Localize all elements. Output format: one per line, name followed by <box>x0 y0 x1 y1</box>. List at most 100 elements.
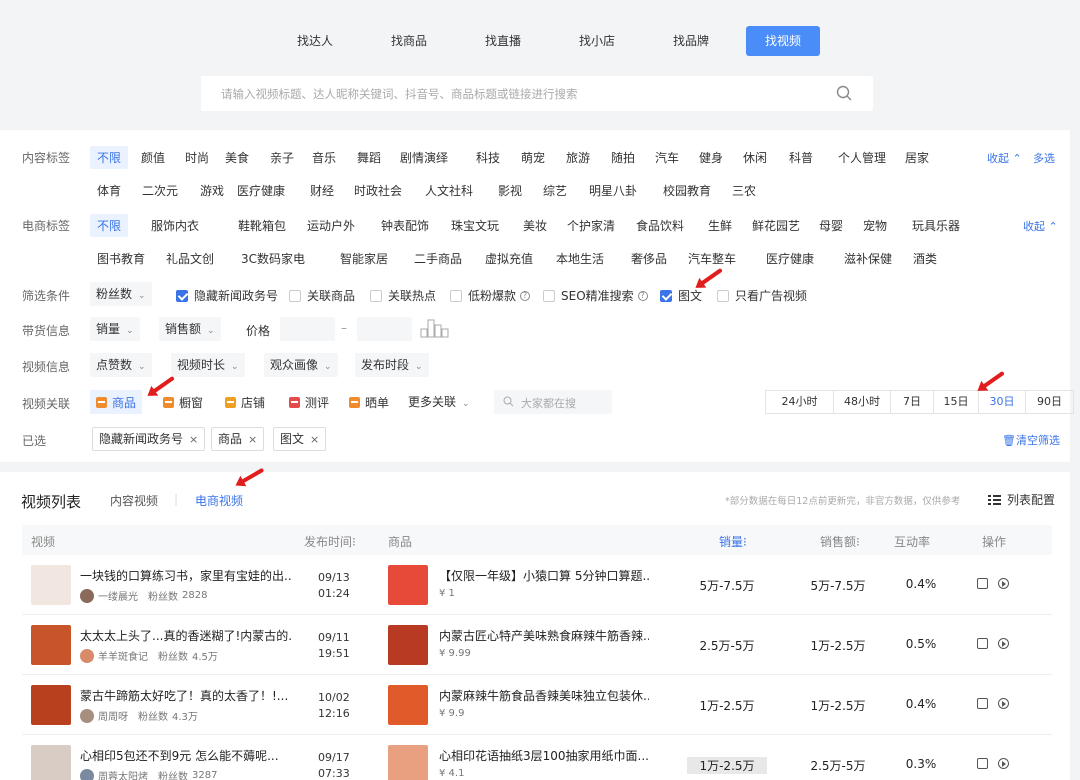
filter-checkbox-3[interactable]: 低粉爆款? <box>450 287 531 304</box>
product-title[interactable]: 内蒙古匠心特产美味熟食麻辣牛筋香辣... <box>439 627 649 644</box>
time-range-3[interactable]: 15日 <box>934 391 979 413</box>
ecom-tag-0[interactable]: 不限 <box>90 214 129 237</box>
video-title[interactable]: 蒙古牛蹄筋太好吃了！真的太香了！!... <box>80 687 292 704</box>
column-config-button[interactable]: 列表配置 <box>988 491 1055 508</box>
tab-find-shop[interactable]: 找小店 <box>550 26 644 56</box>
content-tag-row2-8[interactable]: 综艺 <box>543 182 567 199</box>
product-title[interactable]: 心相印花语抽纸3层100抽家用纸巾面... <box>439 747 649 764</box>
relation-option-4[interactable]: 晒单 <box>349 390 389 414</box>
play-icon[interactable] <box>998 578 1009 589</box>
ecom-tag-6[interactable]: 美妆 <box>523 217 547 234</box>
content-tag-row2-7[interactable]: 影视 <box>498 182 522 199</box>
detail-icon[interactable] <box>977 698 988 709</box>
ecom-tag-row2-10[interactable]: 滋补保健 <box>844 250 892 267</box>
ecom-tags-collapse-link[interactable]: 收起 ⌃ <box>1023 218 1058 234</box>
ecom-tag-row2-2[interactable]: 3C数码家电 <box>241 250 305 267</box>
publish-time-dropdown[interactable]: 发布时段 ⌄ <box>355 353 429 377</box>
ecom-tag-8[interactable]: 食品饮料 <box>636 217 684 234</box>
search-bar[interactable]: 请输入视频标题、达人昵称关键词、抖音号、商品标题或链接进行搜索 <box>201 76 873 111</box>
play-icon[interactable] <box>998 758 1009 769</box>
video-author[interactable]: 周蓉太阳烤 粉丝数 3287 <box>80 768 217 780</box>
ecom-tag-4[interactable]: 钟表配饰 <box>381 217 429 234</box>
content-tag-10[interactable]: 旅游 <box>566 149 590 166</box>
detail-icon[interactable] <box>977 578 988 589</box>
close-icon[interactable]: × <box>189 433 198 446</box>
filter-checkbox-1[interactable]: 关联商品 <box>289 287 355 304</box>
search-input[interactable]: 请输入视频标题、达人昵称关键词、抖音号、商品标题或链接进行搜索 <box>221 86 578 102</box>
price-max-input[interactable] <box>357 317 412 341</box>
video-title[interactable]: 心相印5包还不到9元 怎么能不薅呢... <box>80 747 292 764</box>
close-icon[interactable]: × <box>310 433 319 446</box>
video-author[interactable]: 一缕晨光 粉丝数 2828 <box>80 588 207 603</box>
video-author[interactable]: 周周呀 粉丝数 4.3万 <box>80 708 198 723</box>
price-min-input[interactable] <box>280 317 335 341</box>
ecom-tag-10[interactable]: 鲜花园艺 <box>752 217 800 234</box>
video-thumbnail[interactable] <box>31 685 71 725</box>
content-tag-row2-5[interactable]: 时政社会 <box>354 182 402 199</box>
content-tag-3[interactable]: 美食 <box>225 149 249 166</box>
content-tag-14[interactable]: 休闲 <box>743 149 767 166</box>
product-thumbnail[interactable] <box>388 685 428 725</box>
video-title[interactable]: 一块钱的口算练习书，家里有宝娃的出... <box>80 567 292 584</box>
content-tag-row2-9[interactable]: 明星八卦 <box>589 182 637 199</box>
relation-option-1[interactable]: 橱窗 <box>163 390 203 414</box>
relation-option-2[interactable]: 店铺 <box>225 390 265 414</box>
content-tag-row2-3[interactable]: 医疗健康 <box>237 182 285 199</box>
filter-checkbox-4[interactable]: SEO精准搜索? <box>543 287 648 304</box>
filter-checkbox-6[interactable]: 只看广告视频 <box>717 287 807 304</box>
content-tag-13[interactable]: 健身 <box>699 149 723 166</box>
content-tag-0[interactable]: 不限 <box>90 146 129 169</box>
content-tag-row2-2[interactable]: 游戏 <box>200 182 224 199</box>
time-range-0[interactable]: 24小时 <box>766 391 834 413</box>
ecom-tag-2[interactable]: 鞋靴箱包 <box>238 217 286 234</box>
search-icon[interactable] <box>836 85 853 102</box>
play-icon[interactable] <box>998 698 1009 709</box>
time-range-2[interactable]: 7日 <box>891 391 934 413</box>
content-tag-8[interactable]: 科技 <box>476 149 500 166</box>
video-title[interactable]: 太太太上头了...真的香迷糊了!内蒙古的... <box>80 627 292 644</box>
product-thumbnail[interactable] <box>388 625 428 665</box>
filter-checkbox-0[interactable]: 隐藏新闻政务号 <box>176 287 278 304</box>
content-tag-12[interactable]: 汽车 <box>655 149 679 166</box>
video-thumbnail[interactable] <box>31 565 71 605</box>
fans-dropdown[interactable]: 粉丝数 ⌄ <box>90 282 152 306</box>
ecom-tag-3[interactable]: 运动户外 <box>307 217 355 234</box>
ecom-tag-row2-9[interactable]: 医疗健康 <box>766 250 814 267</box>
video-thumbnail[interactable] <box>31 745 71 780</box>
ecom-tag-row2-3[interactable]: 智能家居 <box>340 250 388 267</box>
ecom-tag-1[interactable]: 服饰内衣 <box>151 217 199 234</box>
ecom-tag-9[interactable]: 生鲜 <box>708 217 732 234</box>
time-range-4[interactable]: 30日 <box>979 391 1026 413</box>
col-amount[interactable]: 销售额⁝ <box>820 533 860 550</box>
ecom-tag-row2-11[interactable]: 酒类 <box>913 250 937 267</box>
content-tag-row2-10[interactable]: 校园教育 <box>663 182 711 199</box>
hot-search-input[interactable]: 大家都在搜 <box>494 390 612 414</box>
ecom-tag-row2-7[interactable]: 奢侈品 <box>631 250 667 267</box>
ecom-tag-row2-1[interactable]: 礼品文创 <box>166 250 214 267</box>
content-tag-11[interactable]: 随拍 <box>611 149 635 166</box>
ecom-tag-row2-4[interactable]: 二手商品 <box>414 250 462 267</box>
ecom-tag-row2-8[interactable]: 汽车整车 <box>688 250 736 267</box>
likes-dropdown[interactable]: 点赞数 ⌄ <box>90 353 152 377</box>
multi-select-link[interactable]: 多选 <box>1033 150 1055 166</box>
tab-find-brand[interactable]: 找品牌 <box>644 26 738 56</box>
product-title[interactable]: 内蒙麻辣牛筋食品香辣美味独立包装休... <box>439 687 649 704</box>
content-tags-collapse-link[interactable]: 收起 ⌃ <box>987 150 1022 166</box>
sales-dropdown[interactable]: 销量 ⌄ <box>90 317 140 341</box>
content-tag-row2-4[interactable]: 财经 <box>310 182 334 199</box>
ecom-tag-13[interactable]: 玩具乐器 <box>912 217 960 234</box>
content-tag-1[interactable]: 颜值 <box>141 149 165 166</box>
content-tag-6[interactable]: 舞蹈 <box>357 149 381 166</box>
content-tag-17[interactable]: 居家 <box>905 149 929 166</box>
duration-dropdown[interactable]: 视频时长 ⌄ <box>171 353 245 377</box>
content-tag-16[interactable]: 个人管理 <box>838 149 886 166</box>
ecom-tag-row2-0[interactable]: 图书教育 <box>97 250 145 267</box>
content-tag-4[interactable]: 亲子 <box>270 149 294 166</box>
tab-find-video[interactable]: 找视频 <box>746 26 820 56</box>
product-title[interactable]: 【仅限一年级】小猿口算 5分钟口算题... <box>439 567 649 584</box>
ecom-tag-12[interactable]: 宠物 <box>863 217 887 234</box>
relation-option-0[interactable]: 商品 <box>90 390 143 414</box>
content-tag-row2-0[interactable]: 体育 <box>97 182 121 199</box>
tab-find-live[interactable]: 找直播 <box>456 26 550 56</box>
content-tag-5[interactable]: 音乐 <box>312 149 336 166</box>
